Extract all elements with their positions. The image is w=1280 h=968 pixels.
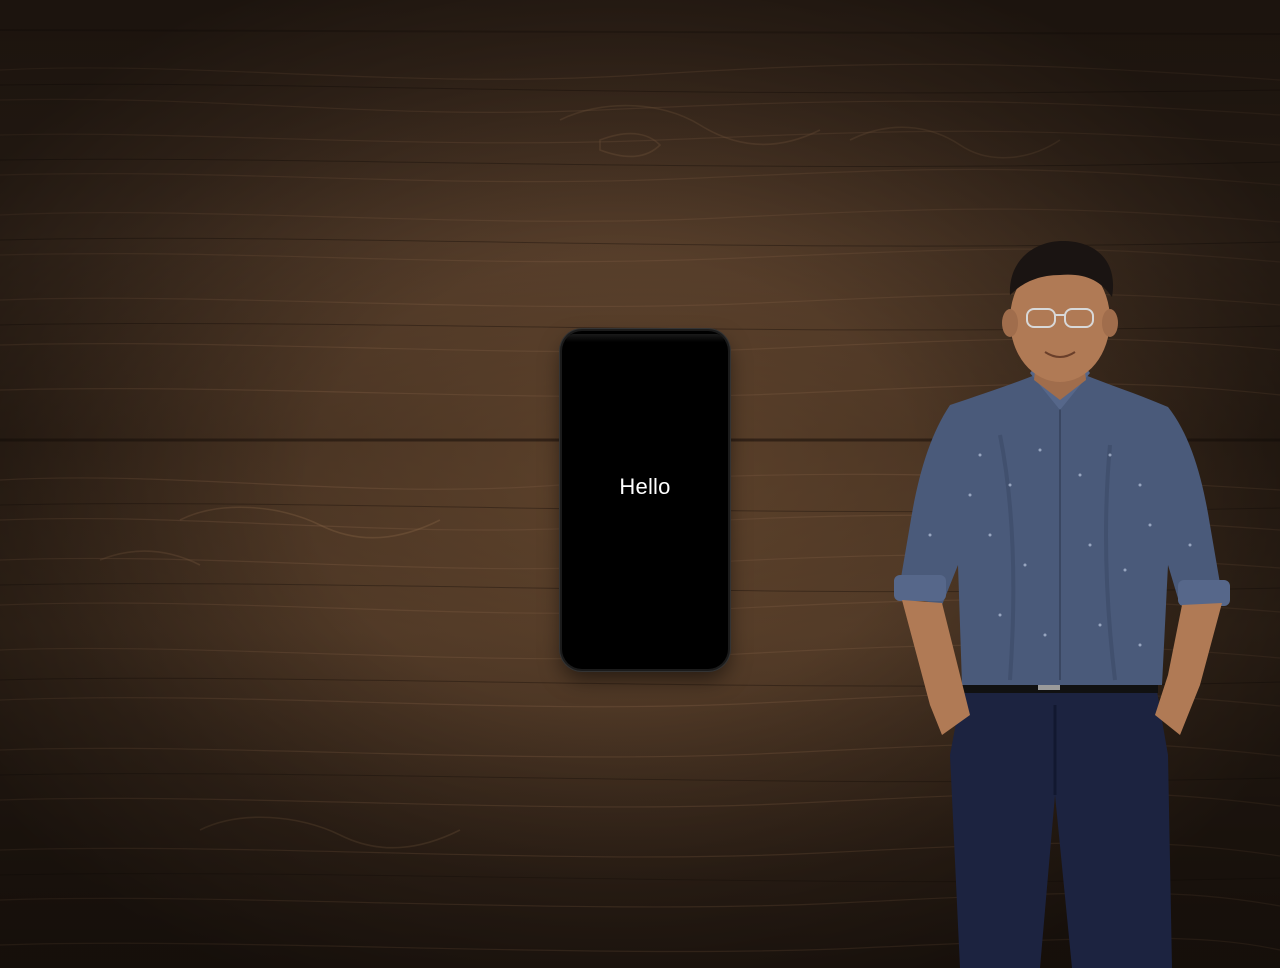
person-pants	[950, 675, 1172, 968]
person-left-arm	[902, 600, 970, 735]
phone-screen-text: Hello	[619, 474, 671, 499]
photo-scene: Hello	[0, 0, 1280, 968]
smartphone: Hello	[562, 331, 728, 669]
phone-glare	[566, 334, 724, 342]
person-photo	[894, 240, 1230, 968]
